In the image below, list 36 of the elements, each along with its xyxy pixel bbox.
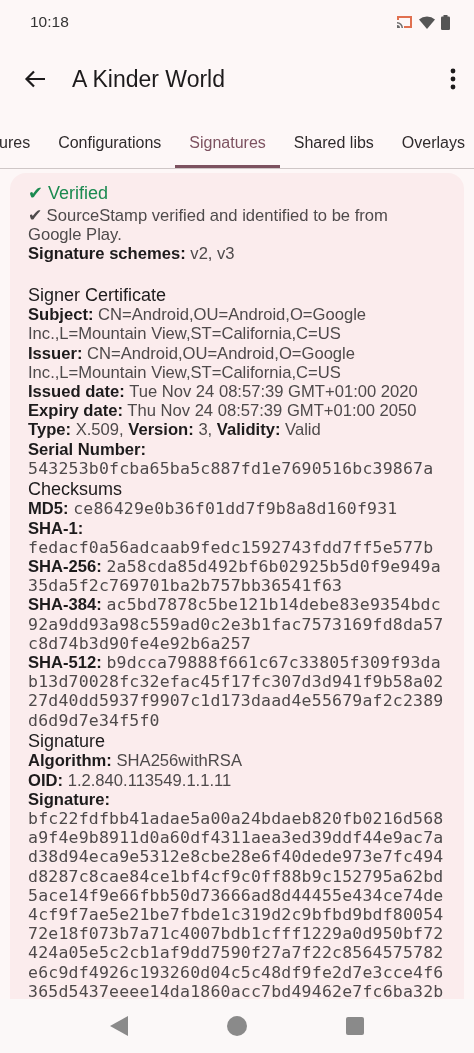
- field-text: Type: X.509, Version: 3, Validity: Valid: [28, 420, 322, 440]
- section-heading: Signer Certificate: [28, 284, 167, 305]
- tab[interactable]: Configurations: [44, 114, 176, 168]
- checksum-text: MD5: ce86429e0b36f01dd7f9b8a8d160f931: [28, 499, 399, 519]
- app-title: A Kinder World: [72, 65, 226, 93]
- recents-nav-icon[interactable]: [346, 1017, 365, 1035]
- status-time: 10:18: [30, 13, 69, 31]
- back-nav-icon[interactable]: [109, 1016, 128, 1036]
- home-nav-icon[interactable]: [227, 1016, 247, 1036]
- checksum-text: SHA-512: b9dcca79888f661c67c33805f309f93dab13d70028fc32efac45f17fc307d3d941f9b58a0227d40dd5937f9907c1d173daad4e55679af2c2389d6d9d7e34f5f0: [28, 653, 444, 730]
- cast-icon: [396, 15, 413, 29]
- field-label: Signature:: [28, 789, 111, 809]
- field-label: Serial Number:: [28, 439, 147, 459]
- wifi-icon: [419, 15, 435, 29]
- field-label: SHA-1:: [28, 518, 84, 538]
- field-text: Issued date: Tue Nov 24 08:57:39 GMT+01:00 2020: [28, 381, 419, 402]
- tab[interactable]: Shared libs: [279, 114, 388, 168]
- field-text: OID: 1.2.840.113549.1.1.11: [28, 770, 233, 790]
- section-heading: Checksums: [28, 478, 123, 499]
- tab[interactable]: Overlays: [387, 114, 465, 168]
- hash-value: bfc22fdfbb41adae5a00a24bdaeb820fb0216d568a9f4e9b8911d0a60df4311aea3ed39ddf44e9ac7ad38d94eca9e5312e8cbe28e6f40dede973e7fc494d8287c8cae84ce1bf4cf9c0ff88b9c152795a62bd5ace14f9e66fbb50d73666ad8d44455e434ce74de4cf9f7ae5e21be7fbde1c319d2c9bfbd9bdf8005472e18f073b7a71c4007bdb1cfff1229a0d950bf72424a05e5c2cb1af9dd7590f27a7f22c8564575782e6c9df4926c193260d04c5c48df9fe2d7e3cce4f6365d5437eeee14da1860acc7bd49462e7fc6ba32b: [28, 809, 444, 999]
- section-heading: Signature: [28, 730, 106, 751]
- tab[interactable]: ures: [0, 114, 45, 168]
- battery-icon: [441, 14, 450, 30]
- hash-value: 543253b0fcba65ba5c887fd1e7690516bc39867a: [28, 458, 435, 478]
- field-text: Expiry date: Thu Nov 24 08:57:39 GMT+01:00 2050: [28, 401, 418, 421]
- info-text: ✔ SourceStamp verified and identified to be from Google Play.: [28, 206, 388, 245]
- tab[interactable]: Signatures: [175, 114, 280, 168]
- field-text: Signature schemes: v2, v3: [28, 244, 236, 264]
- verified-status: ✔ Verified: [28, 183, 109, 203]
- field-text: Subject: CN=Android,OU=Android,O=Google Inc.,L=Mountain View,ST=California,C=US: [28, 305, 368, 344]
- vertical-dots-icon: [450, 68, 456, 90]
- field-text: Algorithm: SHA256withRSA: [28, 751, 243, 771]
- hash-value: fedacf0a56adcaab9fedc1592743fdd7ff5e577b: [28, 537, 435, 558]
- field-text: Issuer: CN=Android,OU=Android,O=Google Inc.,L=Mountain View,ST=California,C=US: [28, 343, 356, 382]
- back-arrow-icon: [24, 70, 46, 88]
